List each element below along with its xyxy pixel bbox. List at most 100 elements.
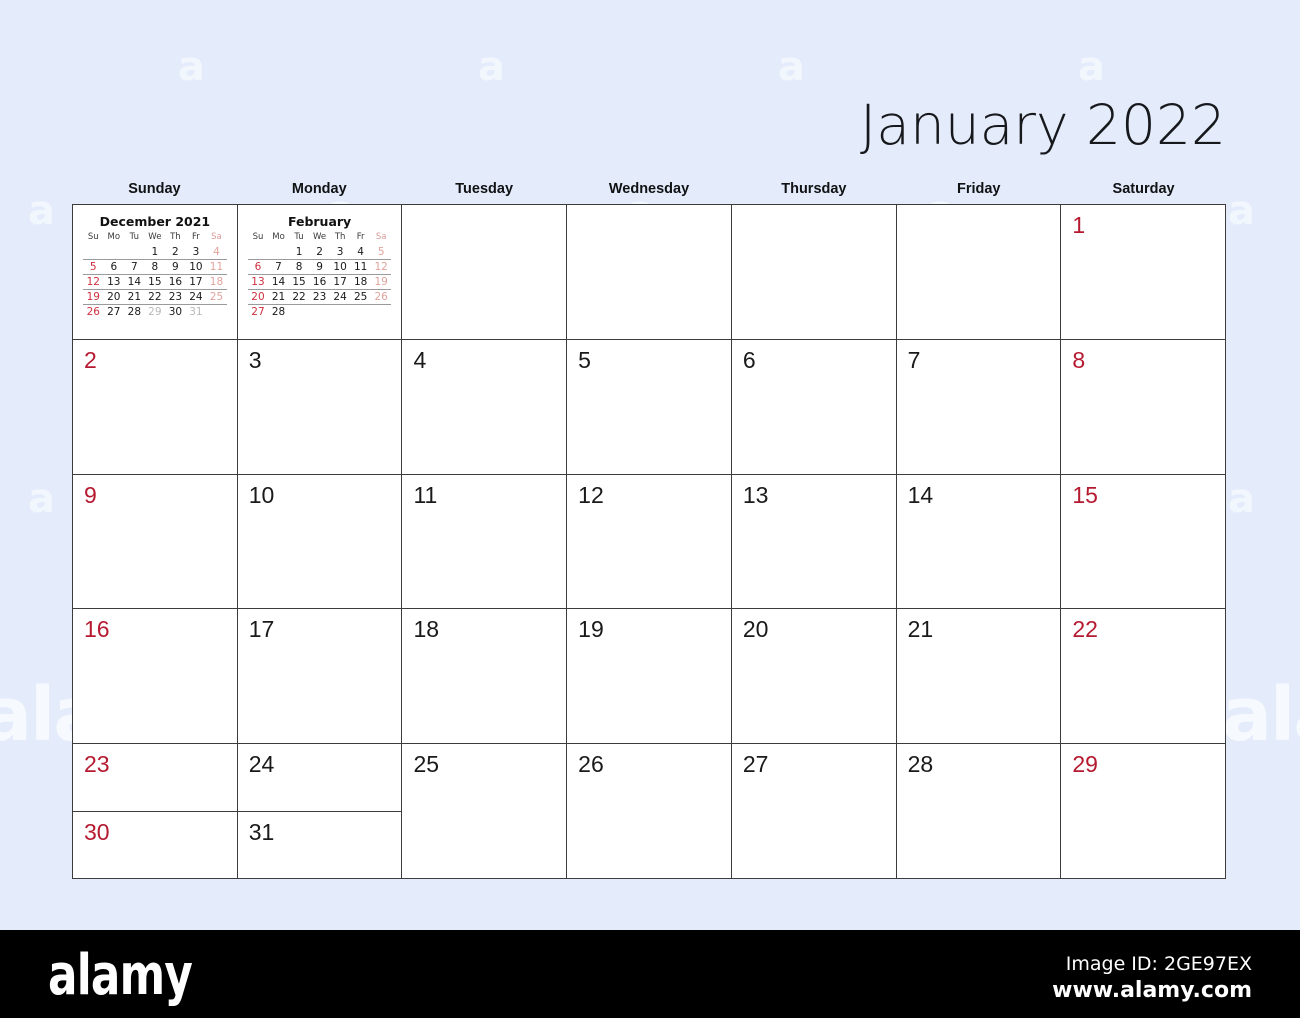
day-cell[interactable]: 27 bbox=[731, 744, 897, 879]
day-number: 23 bbox=[84, 751, 110, 778]
day-cell[interactable]: 15 bbox=[1061, 474, 1227, 610]
day-cell-empty[interactable] bbox=[402, 205, 568, 340]
day-cell-empty[interactable] bbox=[896, 205, 1062, 340]
mini-day: 24 bbox=[185, 289, 207, 305]
mini-day: 27 bbox=[107, 306, 121, 318]
day-cell-mini-february[interactable]: February Su Mo Tu We Th Fr Sa 1 2 3 4 5 … bbox=[237, 205, 403, 340]
mini-week-row: 20 21 22 23 24 25 26 bbox=[247, 289, 392, 305]
day-cell[interactable]: 20 bbox=[731, 609, 897, 745]
mini-day: 28 bbox=[271, 306, 286, 318]
mini-day: 26 bbox=[370, 289, 392, 305]
day-number: 13 bbox=[742, 481, 769, 508]
footer-url[interactable]: www.alamy.com bbox=[1052, 978, 1252, 1004]
mini-weekday-mo: Mo bbox=[107, 232, 121, 242]
day-number: 3 bbox=[248, 346, 262, 373]
mini-day: 9 bbox=[309, 259, 330, 275]
day-cell[interactable]: 31 bbox=[237, 811, 402, 879]
day-cell[interactable]: 7 bbox=[896, 339, 1062, 475]
mini-day: 7 bbox=[268, 259, 289, 275]
mini-day: 3 bbox=[185, 245, 207, 260]
day-cell[interactable]: 29 bbox=[1061, 744, 1227, 879]
day-cell[interactable]: 3 bbox=[237, 339, 403, 475]
day-cell[interactable]: 14 bbox=[896, 474, 1062, 610]
day-cell[interactable]: 26 bbox=[567, 744, 732, 879]
weekday-header-wednesday: Wednesday bbox=[608, 181, 690, 197]
day-cell[interactable]: 19 bbox=[567, 609, 732, 745]
day-number: 8 bbox=[1072, 346, 1086, 373]
mini-day: 11 bbox=[350, 259, 371, 275]
mini-day: 10 bbox=[329, 259, 351, 275]
day-number: 19 bbox=[578, 616, 604, 643]
day-cell-empty[interactable] bbox=[731, 205, 897, 340]
mini-day: 12 bbox=[83, 274, 104, 290]
day-cell[interactable]: 28 bbox=[896, 744, 1062, 879]
day-cell[interactable]: 4 bbox=[402, 339, 568, 475]
weekday-header-saturday: Saturday bbox=[1112, 181, 1175, 197]
mini-day bbox=[124, 245, 145, 260]
day-cell[interactable]: 9 bbox=[73, 474, 238, 610]
day-cell[interactable]: 5 bbox=[567, 339, 732, 475]
week-row: 16 17 18 19 20 21 22 bbox=[73, 609, 1227, 745]
mini-day: 17 bbox=[329, 274, 351, 290]
day-cell[interactable]: 22 bbox=[1061, 609, 1227, 745]
day-cell[interactable]: 13 bbox=[731, 474, 897, 610]
day-number: 24 bbox=[248, 751, 275, 778]
mini-weekday-fr: Fr bbox=[356, 232, 365, 242]
day-cell[interactable]: 18 bbox=[402, 609, 568, 745]
mini-weekday-we: We bbox=[148, 232, 162, 242]
mini-day: 27 bbox=[251, 306, 265, 318]
day-cell[interactable]: 8 bbox=[1061, 339, 1227, 475]
day-number: 9 bbox=[84, 481, 97, 508]
weekday-header-thursday: Thursday bbox=[781, 181, 847, 197]
day-cell[interactable]: 24 bbox=[237, 744, 402, 812]
mini-day: 23 bbox=[165, 289, 186, 305]
mini-calendar-february: February Su Mo Tu We Th Fr Sa 1 2 3 4 5 … bbox=[238, 205, 402, 339]
day-cell[interactable]: 21 bbox=[896, 609, 1062, 745]
day-number: 16 bbox=[84, 616, 110, 643]
day-cell[interactable]: 30 bbox=[73, 811, 237, 879]
alamy-logo: alamy bbox=[48, 943, 193, 1008]
day-cell[interactable]: 12 bbox=[567, 474, 732, 610]
day-cell[interactable]: 11 bbox=[402, 474, 568, 610]
day-cell-empty[interactable] bbox=[567, 205, 732, 340]
mini-day: 22 bbox=[144, 289, 166, 305]
mini-day: 9 bbox=[165, 259, 186, 275]
week-row: December 2021 Su Mo Tu We Th Fr Sa 1 2 3… bbox=[73, 205, 1227, 340]
day-cell[interactable]: 17 bbox=[237, 609, 403, 745]
mini-day: 13 bbox=[103, 274, 125, 290]
day-cell[interactable]: 2 bbox=[73, 339, 238, 475]
mini-day: 2 bbox=[165, 245, 186, 260]
mini-day: 6 bbox=[103, 259, 125, 275]
mini-weekday-su: Su bbox=[252, 232, 264, 242]
mini-day: 13 bbox=[247, 274, 269, 290]
mini-day: 6 bbox=[247, 259, 269, 275]
weekday-header-tuesday: Tuesday bbox=[455, 181, 514, 197]
mini-calendar-table: Su Mo Tu We Th Fr Sa 1 2 3 4 5 6 7 8 9 1… bbox=[83, 232, 227, 319]
day-cell-split-sunday: 23 30 bbox=[73, 744, 238, 879]
mini-day: 26 bbox=[86, 306, 100, 318]
day-cell[interactable]: 10 bbox=[237, 474, 403, 610]
mini-day: 15 bbox=[144, 274, 166, 290]
day-cell[interactable]: 23 bbox=[73, 744, 237, 812]
mini-week-row: 6 7 8 9 10 11 12 bbox=[247, 259, 392, 275]
day-cell[interactable]: 25 bbox=[402, 744, 568, 879]
day-cell[interactable]: 1 bbox=[1061, 205, 1227, 340]
mini-week-row: 12 13 14 15 16 17 18 bbox=[83, 274, 227, 290]
day-cell[interactable]: 16 bbox=[73, 609, 238, 745]
calendar-page: January 2022 Sunday Monday Tuesday Wedne… bbox=[0, 0, 1300, 930]
mini-day: 5 bbox=[83, 259, 104, 275]
mini-day bbox=[268, 245, 289, 260]
day-number: 22 bbox=[1072, 616, 1098, 643]
footer-bar: alamy Image ID: 2GE97EX www.alamy.com bbox=[0, 930, 1300, 1018]
mini-day: 8 bbox=[144, 259, 166, 275]
mini-weekday-tu: Tu bbox=[294, 232, 304, 242]
day-number: 17 bbox=[248, 616, 275, 643]
day-cell[interactable]: 6 bbox=[731, 339, 897, 475]
mini-day: 8 bbox=[288, 259, 310, 275]
mini-weekday-tu: Tu bbox=[129, 232, 139, 242]
mini-calendar-title: December 2021 bbox=[99, 214, 211, 229]
day-cell-mini-december[interactable]: December 2021 Su Mo Tu We Th Fr Sa 1 2 3… bbox=[73, 205, 238, 340]
day-number: 20 bbox=[742, 616, 769, 643]
mini-week-row: 27 28 bbox=[248, 305, 392, 320]
mini-week-row: 26 27 28 29 30 31 bbox=[83, 305, 227, 320]
